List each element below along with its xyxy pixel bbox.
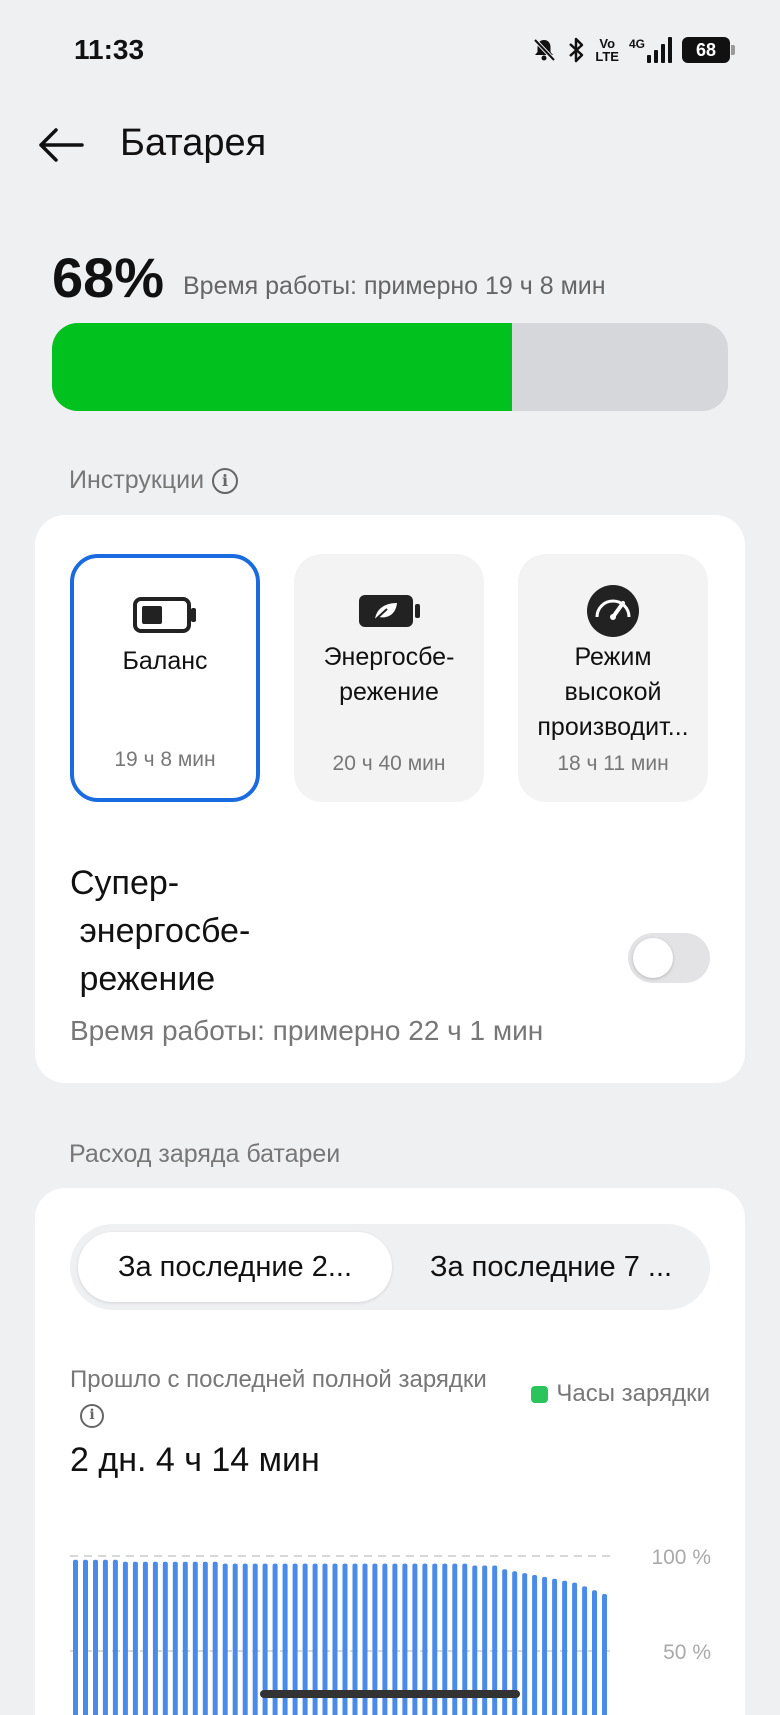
chart-bar — [592, 1590, 597, 1715]
chart-bar — [572, 1582, 578, 1715]
chart-bar — [152, 1561, 158, 1715]
chart-bar — [552, 1578, 558, 1715]
mode-list: Баланс 19 ч 8 мин Энергосбе- режение 20 … — [70, 554, 708, 802]
chart-bar — [232, 1563, 238, 1715]
battery-icon: 68 — [682, 37, 735, 63]
super-saver-toggle[interactable] — [628, 933, 710, 983]
chart-bar — [252, 1563, 258, 1715]
app-header: Батарея — [0, 100, 780, 190]
mode-power-saving[interactable]: Энергосбе- режение 20 ч 40 мин — [294, 554, 484, 802]
chart-bar — [222, 1563, 228, 1715]
chart-bar — [192, 1561, 198, 1715]
chart-bar — [102, 1559, 108, 1715]
instructions-label-text: Инструкции — [69, 466, 205, 494]
super-saver-title: Супер- энергосбе- режение — [70, 864, 251, 998]
modes-card: Баланс 19 ч 8 мин Энергосбе- режение 20 … — [35, 515, 745, 1083]
chart-bar — [93, 1559, 98, 1715]
battery-half-icon — [133, 592, 197, 638]
battery-usage-chart: 100 % 50 % — [70, 1546, 711, 1715]
chart-bar — [162, 1561, 168, 1715]
mute-bell-icon — [531, 37, 557, 63]
battery-runtime: Время работы: примерно 19 ч 8 мин — [183, 272, 606, 300]
toggle-knob — [633, 938, 673, 978]
chart-bar — [242, 1563, 248, 1715]
battery-level-fill — [52, 323, 512, 411]
bluetooth-icon — [567, 36, 585, 64]
chart-bar — [172, 1561, 178, 1715]
chart-bar — [542, 1576, 548, 1715]
chart-bar — [212, 1561, 218, 1715]
mode-time: 19 ч 8 мин — [114, 748, 216, 771]
usage-label: Расход заряда батареи — [69, 1140, 340, 1169]
chart-bar — [202, 1561, 208, 1715]
chart-bar — [582, 1586, 588, 1715]
chart-bar — [522, 1573, 528, 1715]
leaf-battery-icon — [357, 588, 421, 634]
volte-icon: Vo LTE — [595, 36, 619, 64]
battery-percent: 68% — [52, 246, 165, 309]
chart-bar — [142, 1561, 148, 1715]
instructions-label: Инструкции i — [69, 466, 239, 495]
mode-name: Режим высокой производит... — [537, 643, 689, 741]
mode-time: 18 ч 11 мин — [557, 752, 669, 775]
status-bar: 11:33 Vo LTE 4G 68 — [0, 0, 780, 100]
chart-bar — [182, 1561, 188, 1715]
super-saver-runtime: Время работы: примерно 22 ч 1 мин — [70, 1015, 544, 1046]
back-arrow-icon[interactable] — [36, 120, 86, 170]
y-tick-label: 100 % — [651, 1546, 711, 1569]
mode-name: Энергосбе- режение — [323, 643, 455, 706]
mode-balance[interactable]: Баланс 19 ч 8 мин — [70, 554, 260, 802]
chart-bar — [112, 1559, 118, 1715]
chart-bar — [532, 1575, 538, 1715]
status-icons: Vo LTE 4G 68 — [531, 36, 735, 64]
chart-bar — [122, 1561, 128, 1715]
mode-time: 20 ч 40 мин — [332, 752, 446, 775]
status-time: 11:33 — [74, 34, 145, 65]
mode-high-performance[interactable]: Режим высокой производит... 18 ч 11 мин — [518, 554, 708, 802]
chart-bar — [73, 1559, 78, 1715]
home-indicator[interactable] — [260, 1690, 520, 1698]
page-title: Батарея — [120, 122, 267, 164]
usage-label-text: Расход заряда батареи — [69, 1140, 341, 1168]
info-icon[interactable]: i — [212, 467, 239, 494]
chart-bar — [602, 1594, 607, 1715]
chart-bar — [562, 1580, 568, 1715]
chart-bar — [132, 1561, 138, 1715]
battery-level-bar — [52, 323, 728, 411]
4g-signal-icon: 4G — [629, 37, 672, 63]
speedometer-icon — [585, 585, 641, 637]
usage-card: За последние 2... За последние 7 ... Про… — [35, 1188, 745, 1715]
mode-name: Баланс — [122, 647, 208, 675]
chart-bar — [83, 1559, 88, 1715]
y-tick-label: 50 % — [663, 1641, 711, 1664]
